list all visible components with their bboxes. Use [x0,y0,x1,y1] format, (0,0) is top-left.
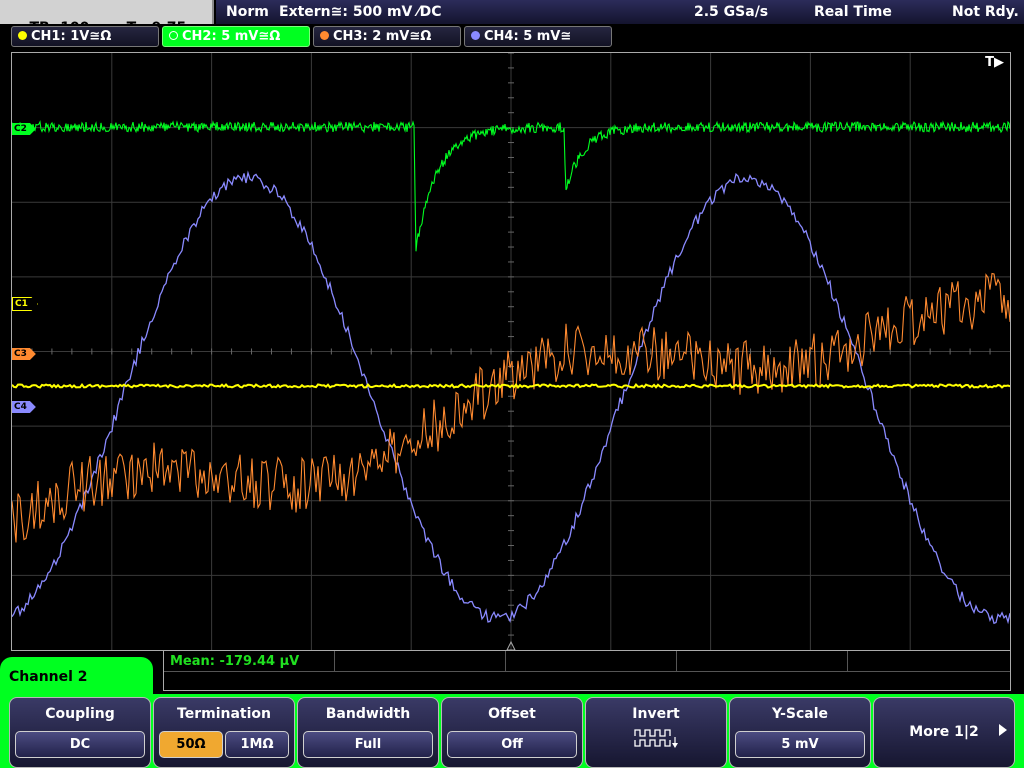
play-right-icon [999,724,1007,736]
ch2-color-dot [169,31,178,40]
invert-title: Invert [632,706,680,722]
sample-rate: 2.5 GSa/s [694,4,769,20]
tab-ch1[interactable]: CH1: 1V≅Ω [11,26,159,47]
bandwidth-softkey[interactable]: Bandwidth Full [297,697,439,768]
mean-measurement: Mean: -179.44 µV [170,654,300,669]
termination-50ohm-option[interactable]: 50Ω [159,731,223,758]
more-title: More 1|2 [909,724,979,740]
trigger-indicator: T▶ [985,55,1004,70]
coupling-title: Coupling [45,706,115,722]
measurement-cell[interactable] [506,651,677,671]
invert-softkey[interactable]: Invert [585,697,727,768]
ch4-color-dot [471,31,480,40]
y-scale-softkey[interactable]: Y-Scale 5 mV [729,697,871,768]
ch1-color-dot [18,31,27,40]
ready-status: Not Rdy. [952,4,1019,20]
acquisition-mode: Real Time [814,4,892,20]
measurement-cell[interactable] [677,651,848,671]
square-wave-invert-icon [634,729,678,748]
trigger-source: Extern≅: 500 mV ⁄DC [279,4,442,20]
waveform-display[interactable]: T▶ C2 C1 C3 C4 [11,52,1011,651]
offset-softkey[interactable]: Offset Off [441,697,583,768]
tab-ch4[interactable]: CH4: 5 mV≅ [464,26,612,47]
termination-title: Termination [177,706,271,722]
coupling-value[interactable]: DC [15,731,145,758]
termination-1mohm-option[interactable]: 1MΩ [225,731,289,758]
tab-ch1-label: CH1: 1V≅Ω [31,29,112,44]
bandwidth-value[interactable]: Full [303,731,433,758]
tab-ch3-label: CH3: 2 mV≅Ω [333,29,432,44]
trigger-mode: Norm [226,4,269,20]
y-scale-value[interactable]: 5 mV [735,731,865,758]
trigger-info-strip[interactable]: Norm Extern≅: 500 mV ⁄DC 2.5 GSa/s Real … [216,0,1024,24]
coupling-softkey[interactable]: Coupling DC [9,697,151,768]
measurement-cell[interactable] [335,651,506,671]
channel-tabs: CH1: 1V≅Ω CH2: 5 mV≅Ω CH3: 2 mV≅Ω CH4: 5… [0,26,1024,48]
offset-title: Offset [488,706,536,722]
timebase-box[interactable]: TB: 100 nsT: -9.75 µs [0,0,214,36]
termination-softkey[interactable]: Termination 50Ω 1MΩ [153,697,295,768]
y-scale-title: Y-Scale [771,706,828,722]
tab-ch4-label: CH4: 5 mV≅ [484,29,572,44]
more-softkey[interactable]: More 1|2 [873,697,1015,768]
measurement-row-2 [164,671,1010,690]
ch3-color-dot [320,31,329,40]
waveform-canvas [12,53,1010,650]
bandwidth-title: Bandwidth [325,706,411,722]
measurement-cell[interactable]: Mean: -179.44 µV [164,651,335,671]
tab-ch2[interactable]: CH2: 5 mV≅Ω [162,26,310,47]
menu-channel-label: Channel 2 [0,657,153,697]
measurement-panel: Mean: -179.44 µV [163,651,1011,691]
tab-ch3[interactable]: CH3: 2 mV≅Ω [313,26,461,47]
tab-ch2-label: CH2: 5 mV≅Ω [182,29,281,44]
offset-value[interactable]: Off [447,731,577,758]
status-bar: TB: 100 nsT: -9.75 µs Norm Extern≅: 500 … [0,0,1024,36]
